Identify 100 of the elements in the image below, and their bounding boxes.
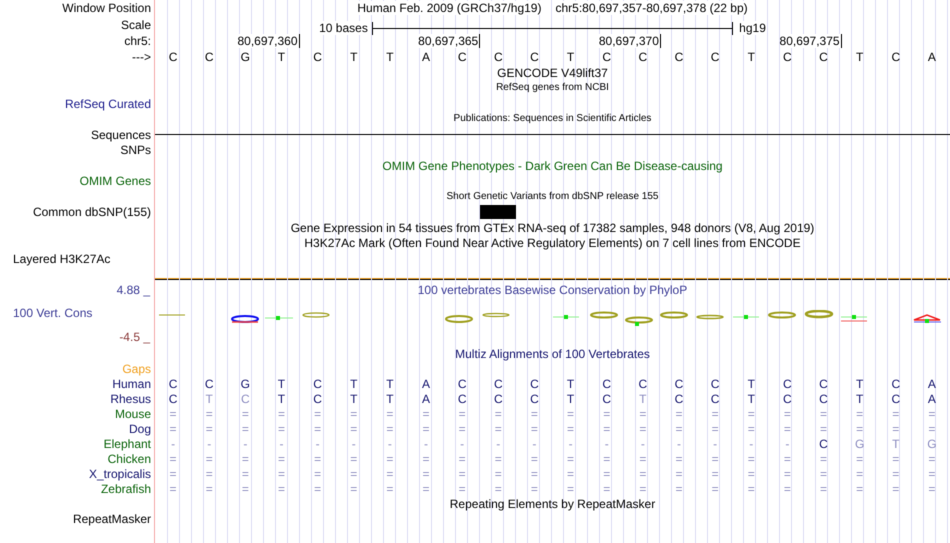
track-title: RefSeq genes from NCBI — [496, 83, 609, 94]
aligned-base: - — [676, 438, 681, 450]
aligned-base: = — [458, 423, 466, 435]
aligned-base: = — [170, 468, 177, 480]
aligned-base: = — [603, 468, 610, 480]
aligned-base: C — [204, 378, 214, 390]
aligned-base: C — [783, 393, 792, 405]
aligned-base: = — [170, 423, 177, 435]
aligned-base: T — [350, 393, 358, 405]
aligned-base: = — [820, 468, 828, 480]
aligned-base: T — [566, 378, 574, 390]
species-label[interactable]: Elephant — [104, 438, 151, 450]
track-label[interactable]: OMIM Genes — [80, 175, 151, 188]
row-label[interactable]: ---> — [132, 51, 151, 63]
track-label[interactable]: RepeatMasker — [72, 513, 151, 525]
aligned-base: = — [170, 453, 177, 465]
aligned-base: - — [279, 438, 284, 450]
base-letter: C — [313, 50, 322, 64]
aligned-base: T — [856, 393, 864, 405]
aligned-base: = — [712, 423, 719, 435]
aligned-base: - — [207, 438, 212, 450]
aligned-base: = — [675, 468, 682, 480]
aligned-base: A — [928, 378, 936, 390]
aligned-base: = — [386, 408, 394, 420]
aligned-base: - — [171, 438, 176, 450]
aligned-base: = — [350, 408, 358, 420]
aligned-base: = — [928, 408, 936, 420]
species-label[interactable]: Dog — [128, 423, 151, 435]
aligned-base: = — [784, 483, 791, 495]
aligned-base: = — [494, 483, 502, 495]
aligned-base: C — [313, 378, 322, 390]
track-title: GENCODE V49lift37 — [497, 66, 608, 79]
aligned-base: T — [639, 393, 646, 405]
species-label[interactable]: Human — [112, 378, 151, 390]
aligned-base: C — [458, 393, 466, 405]
aligned-base: = — [530, 408, 538, 420]
track-label[interactable]: Layered H3K27Ac — [13, 252, 110, 266]
aligned-base: = — [242, 453, 249, 465]
base-letter: C — [891, 50, 900, 64]
aligned-base: C — [602, 378, 612, 390]
aligned-base: C — [710, 378, 720, 390]
species-label[interactable]: Zebrafish — [100, 483, 151, 495]
aligned-base: = — [784, 423, 791, 435]
base-letter: T — [856, 50, 864, 64]
track-label[interactable]: Sequences — [90, 128, 151, 141]
aligned-base: C — [891, 378, 900, 390]
row-label[interactable]: Scale — [120, 18, 151, 30]
track-label[interactable]: Common dbSNP(155) — [32, 206, 151, 218]
aligned-base: = — [856, 483, 864, 495]
aligned-base: = — [242, 483, 249, 495]
base-letter: T — [386, 50, 394, 64]
aligned-base: = — [784, 468, 791, 480]
species-label[interactable]: Rhesus — [110, 393, 151, 405]
track-title: OMIM Gene Phenotypes - Dark Green Can Be Disease-causing — [382, 160, 723, 172]
aligned-base: = — [928, 453, 936, 465]
base-letter: C — [530, 50, 539, 64]
aligned-base: = — [892, 468, 900, 480]
track-label[interactable]: SNPs — [120, 144, 151, 156]
aligned-base: C — [710, 393, 720, 405]
track-title: 100 vertebrates Basewise Conservation by PhyloP — [418, 282, 688, 296]
aligned-base: = — [206, 423, 213, 435]
aligned-base: = — [278, 483, 285, 495]
variant-block[interactable] — [480, 205, 516, 220]
aligned-base: C — [674, 393, 684, 405]
aligned-base: T — [386, 378, 394, 390]
aligned-base: - — [424, 438, 428, 450]
aligned-base: = — [603, 483, 610, 495]
species-label[interactable]: X_tropicalis — [88, 468, 151, 480]
row-label[interactable]: chr5: — [124, 35, 151, 47]
aligned-base: T — [892, 438, 900, 450]
aligned-base: = — [748, 453, 755, 465]
aligned-base: G — [927, 438, 937, 450]
assembly-label: hg19 — [739, 21, 766, 35]
aligned-base: = — [422, 408, 430, 420]
row-label[interactable]: Window Position — [62, 2, 151, 14]
aligned-base: C — [638, 378, 648, 390]
aligned-base: = — [350, 483, 358, 495]
aligned-base: = — [242, 408, 249, 420]
species-label[interactable]: Mouse — [114, 408, 151, 420]
aligned-base: C — [494, 393, 503, 405]
aligned-base: A — [422, 393, 430, 405]
aligned-base: = — [928, 468, 936, 480]
aligned-base: - — [388, 438, 392, 450]
aligned-base: = — [530, 483, 538, 495]
aligned-base: C — [241, 393, 250, 405]
species-label[interactable]: Chicken — [108, 453, 151, 465]
aligned-base: = — [639, 408, 646, 420]
aligned-base: = — [639, 453, 646, 465]
aligned-base: = — [386, 453, 394, 465]
track-title: Repeating Elements by RepeatMasker — [450, 498, 656, 510]
aligned-base: C — [530, 393, 539, 405]
aligned-base: = — [567, 423, 574, 435]
aligned-base: = — [784, 408, 791, 420]
track-label[interactable]: 100 Vert. Cons — [13, 306, 92, 320]
base-letter: C — [638, 50, 648, 64]
aligned-base: = — [350, 423, 358, 435]
aligned-base: - — [749, 438, 754, 450]
aligned-base: - — [352, 438, 356, 450]
track-label[interactable]: RefSeq Curated — [64, 98, 151, 110]
aligned-base: = — [278, 468, 285, 480]
